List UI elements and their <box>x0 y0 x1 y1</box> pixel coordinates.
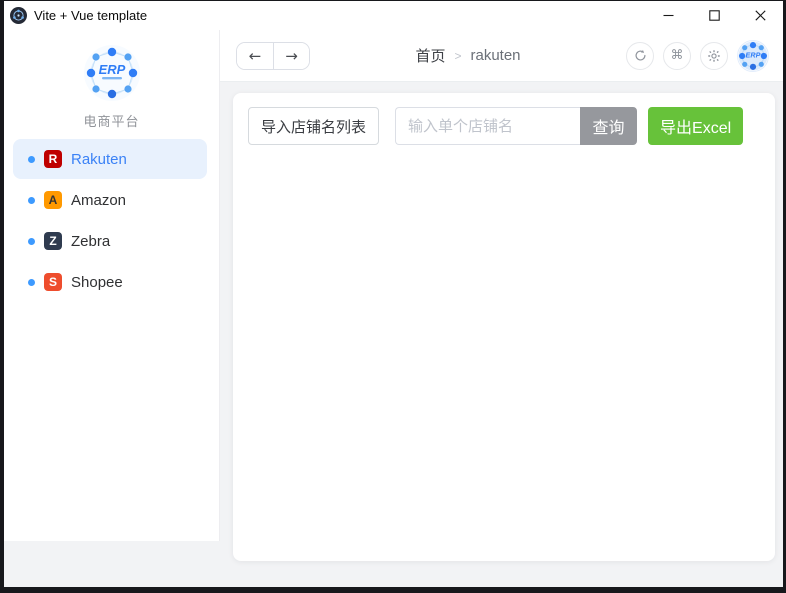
erp-logo: ERP <box>83 44 141 102</box>
app-body: ERP 电商平台 R Rakuten A <box>4 30 783 587</box>
sidebar-item-zebra[interactable]: Z Zebra <box>13 221 207 261</box>
sidebar-item-amazon[interactable]: A Amazon <box>13 180 207 220</box>
logo-wrap: ERP <box>4 30 219 102</box>
app-window: Vite + Vue template <box>4 1 783 587</box>
nav-back-button[interactable]: ← <box>237 43 273 69</box>
bullet-dot-icon <box>28 197 35 204</box>
sidebar-item-label: Amazon <box>71 192 126 209</box>
close-button[interactable] <box>737 1 783 30</box>
desktop-frame: Vite + Vue template <box>0 0 786 593</box>
zebra-badge-icon: Z <box>44 232 62 250</box>
breadcrumb-home[interactable]: 首页 <box>415 45 445 66</box>
titlebar: Vite + Vue template <box>4 1 783 30</box>
window-title: Vite + Vue template <box>34 8 147 23</box>
export-excel-button[interactable]: 导出Excel <box>648 107 743 145</box>
header-actions: ⌘ <box>626 40 769 72</box>
refresh-button[interactable] <box>626 42 654 70</box>
maximize-button[interactable] <box>691 1 737 30</box>
chevron-right-icon: > <box>454 49 461 63</box>
rakuten-badge-icon: R <box>44 150 62 168</box>
brand-name: 电商平台 <box>4 111 219 130</box>
card-toolbar: 导入店铺名列表 查询 导出Excel <box>248 107 760 145</box>
command-button[interactable]: ⌘ <box>663 42 691 70</box>
bullet-dot-icon <box>28 156 35 163</box>
svg-text:ERP: ERP <box>746 50 761 59</box>
user-avatar[interactable]: ERP <box>737 40 769 72</box>
svg-text:ERP: ERP <box>98 62 125 77</box>
content-area: 导入店铺名列表 查询 导出Excel <box>220 82 783 587</box>
command-icon: ⌘ <box>671 48 684 63</box>
main-area: ← → 首页 > rakuten <box>220 30 783 587</box>
arrow-left-icon: ← <box>249 47 262 65</box>
refresh-icon <box>634 49 647 62</box>
minimize-icon <box>663 10 674 21</box>
platform-menu: R Rakuten A Amazon Z Zebra <box>4 139 219 302</box>
sidebar-item-shopee[interactable]: S Shopee <box>13 262 207 302</box>
close-icon <box>755 10 766 21</box>
breadcrumb: 首页 > rakuten <box>310 45 626 66</box>
nav-forward-button[interactable]: → <box>273 43 309 69</box>
sidebar: ERP 电商平台 R Rakuten A <box>4 30 220 587</box>
breadcrumb-current: rakuten <box>470 47 520 64</box>
sidebar-item-label: Zebra <box>71 233 110 250</box>
shop-search-group: 查询 <box>395 107 637 145</box>
bullet-dot-icon <box>28 279 35 286</box>
main-header: ← → 首页 > rakuten <box>220 30 783 82</box>
settings-button[interactable] <box>700 42 728 70</box>
search-button[interactable]: 查询 <box>580 107 637 145</box>
erp-logo-avatar-icon: ERP <box>738 41 768 71</box>
sidebar-panel: ERP 电商平台 R Rakuten A <box>4 30 220 541</box>
gear-icon <box>708 50 720 62</box>
shop-name-input[interactable] <box>395 107 580 145</box>
amazon-badge-icon: A <box>44 191 62 209</box>
sidebar-item-label: Shopee <box>71 274 123 291</box>
bullet-dot-icon <box>28 238 35 245</box>
content-card: 导入店铺名列表 查询 导出Excel <box>233 93 775 561</box>
sidebar-item-label: Rakuten <box>71 151 127 168</box>
maximize-icon <box>709 10 720 21</box>
window-controls <box>645 1 783 30</box>
nav-arrows: ← → <box>236 42 310 70</box>
arrow-right-icon: → <box>285 47 298 65</box>
sidebar-item-rakuten[interactable]: R Rakuten <box>13 139 207 179</box>
minimize-button[interactable] <box>645 1 691 30</box>
shopee-badge-icon: S <box>44 273 62 291</box>
app-icon <box>10 7 27 24</box>
import-shop-list-button[interactable]: 导入店铺名列表 <box>248 107 379 145</box>
